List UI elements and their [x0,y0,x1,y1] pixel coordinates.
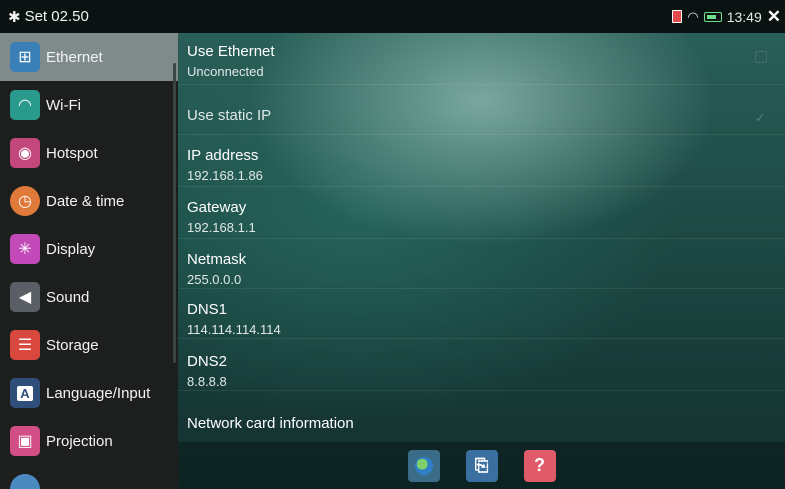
row-use-static-ip[interactable]: Use static IP ✓ [178,85,785,135]
battery-icon [703,11,722,22]
row-value: Unconnected [187,64,264,79]
partial-item-icon [10,474,40,489]
sidebar-item-display[interactable]: ✳ Display [0,225,178,273]
row-value: 192.168.1.1 [187,220,256,235]
row-value: 114.114.114.114 [187,322,281,337]
sidebar-item-label: Hotspot [46,144,98,162]
row-value: 192.168.1.86 [187,168,263,183]
sidebar-item-label: Language/Input [46,384,151,402]
sidebar-item-label: Sound [46,288,90,306]
row-dns2[interactable]: DNS2 8.8.8.8 [178,339,785,391]
sidebar-item-projection[interactable]: ▣ Projection [0,417,178,465]
row-title: Network card information [187,415,354,432]
sidebar-item-hotspot[interactable]: ◉ Hotspot [0,129,178,177]
status-left: ✱ Set 02.50 [8,8,89,26]
row-value: 8.8.8.8 [187,374,227,389]
gear-icon: ✱ [8,8,21,26]
sidebar-item-wifi[interactable]: ◠ Wi-Fi [0,81,178,129]
row-title: DNS2 [187,353,228,370]
help-button[interactable]: ? [523,449,556,482]
row-value: 255.0.0.0 [187,272,242,287]
sidebar-item-label: Storage [46,336,99,354]
close-icon[interactable]: ✕ [767,7,781,27]
row-title: IP address [187,147,259,164]
sidebar-item-sound[interactable]: ◀ Sound [0,273,178,321]
clock-time: 13:49 [726,8,762,25]
sim-icon [672,10,683,23]
bottom-toolbar: ⎘ ? [178,442,785,489]
sidebar-item-date-time[interactable]: ◷ Date & time [0,177,178,225]
sidebar-item-label: Ethernet [46,48,103,66]
sidebar-item-language-input[interactable]: A Language/Input [0,369,178,417]
projection-icon: ▣ [10,426,40,456]
sidebar-item-label: Date & time [46,192,125,210]
globe-icon [414,456,433,475]
app-title: Set 02.50 [24,8,89,25]
ethernet-icon: ⊞ [10,42,40,72]
browser-button[interactable] [407,449,440,482]
display-icon: ✳ [10,234,40,264]
sidebar-item-label: Display [46,240,96,258]
hotspot-icon: ◉ [10,138,40,168]
share-button[interactable]: ⎘ [465,449,498,482]
clock-icon: ◷ [10,186,40,216]
row-ip-address[interactable]: IP address 192.168.1.86 [178,135,785,187]
row-network-card-info[interactable]: Network card information [178,391,785,442]
ethernet-toggle-checkbox[interactable] [755,51,767,63]
settings-panel: Use Ethernet Unconnected Use static IP ✓… [178,33,785,489]
sidebar: ⊞ Ethernet ◠ Wi-Fi ◉ Hotspot ◷ Date & ti… [0,33,178,489]
sidebar-scrollbar[interactable] [173,63,176,363]
row-title: Use static IP [187,107,272,124]
row-title: Gateway [187,199,247,216]
speaker-icon: ◀ [10,282,40,312]
row-gateway[interactable]: Gateway 192.168.1.1 [178,187,785,239]
share-icon: ⎘ [474,455,489,475]
row-netmask[interactable]: Netmask 255.0.0.0 [178,239,785,289]
wifi-icon: ◠ [687,8,699,24]
status-bar: ✱ Set 02.50 ◠ 13:49 ✕ [0,0,785,33]
checkmark-icon[interactable]: ✓ [755,111,765,125]
row-title: Use Ethernet [187,43,275,60]
row-title: Netmask [187,251,247,268]
status-right: ◠ 13:49 ✕ [672,7,781,27]
row-title: DNS1 [187,301,228,318]
sidebar-item-label: Projection [46,432,113,450]
help-icon: ? [534,455,545,475]
row-dns1[interactable]: DNS1 114.114.114.114 [178,289,785,339]
sidebar-item-storage[interactable]: ☰ Storage [0,321,178,369]
sidebar-item-ethernet[interactable]: ⊞ Ethernet [0,33,178,81]
sidebar-item-label: Wi-Fi [46,96,81,114]
keyboard-icon: A [10,378,40,408]
sidebar-item-partial[interactable] [0,465,178,489]
storage-icon: ☰ [10,330,40,360]
wifi-icon: ◠ [10,90,40,120]
row-use-ethernet[interactable]: Use Ethernet Unconnected [178,33,785,85]
